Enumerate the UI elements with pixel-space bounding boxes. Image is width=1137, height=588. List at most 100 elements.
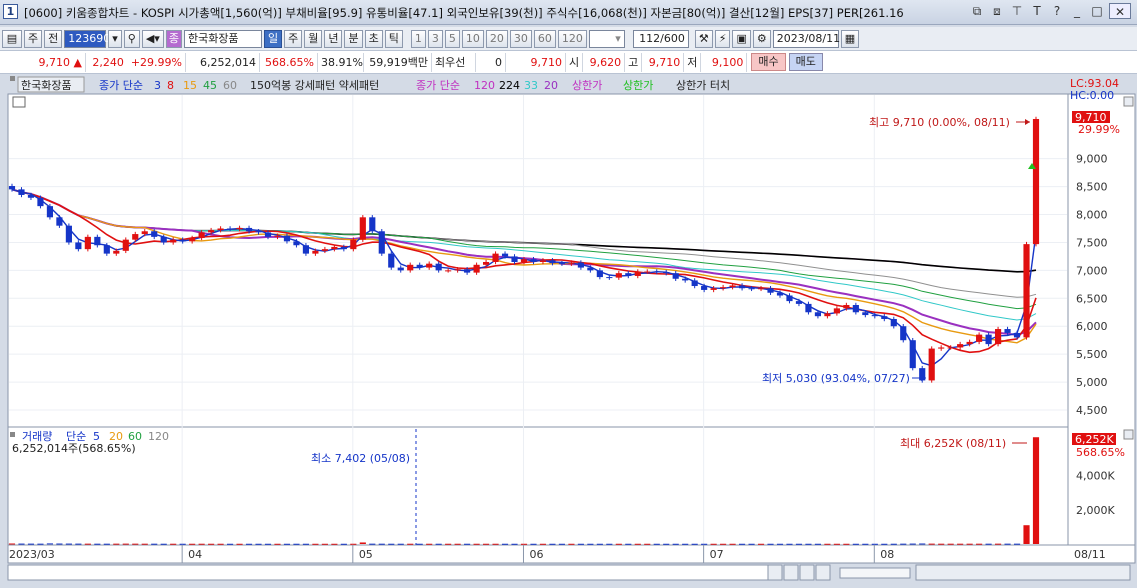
- pin-icon[interactable]: ⊤: [1009, 3, 1025, 19]
- prev-button[interactable]: 전: [44, 29, 63, 48]
- candle: [198, 232, 205, 238]
- price-pane-close-icon[interactable]: [1123, 96, 1134, 107]
- dropdown-icon[interactable]: ▾: [108, 29, 122, 48]
- stock-name: 한국화장품: [183, 29, 262, 48]
- buy-button[interactable]: 매수: [751, 53, 786, 71]
- candle: [682, 278, 689, 281]
- legend-stock-name[interactable]: 한국화장품: [21, 79, 72, 92]
- close-icon[interactable]: ✕: [1109, 3, 1131, 19]
- tab-tick[interactable]: 틱: [384, 29, 403, 48]
- search-icon[interactable]: ⚲: [123, 29, 140, 48]
- interval-10[interactable]: 10: [461, 29, 484, 48]
- volume-bar: [909, 543, 916, 545]
- scroll-start-icon[interactable]: [783, 564, 799, 581]
- volume-bar: [18, 543, 25, 545]
- legend-ma-label[interactable]: 종가 단순: [99, 79, 143, 92]
- interval-3[interactable]: 3: [427, 29, 443, 48]
- candle: [833, 308, 840, 314]
- interval-dropdown[interactable]: ▾: [588, 29, 625, 48]
- candle: [1004, 329, 1011, 333]
- x-tick-label: 04: [188, 548, 202, 561]
- price-chart[interactable]: 9,000 8,500 8,000 7,500 7,000 6,500 6,000 5,500…: [0, 74, 1137, 588]
- tab-month[interactable]: 월: [304, 29, 323, 48]
- interval-30[interactable]: 30: [509, 29, 532, 48]
- volume-bar: [672, 543, 679, 545]
- play-icon[interactable]: [815, 564, 831, 581]
- tab-year[interactable]: 년: [324, 29, 343, 48]
- volume-bar: [350, 543, 357, 545]
- volume-bar: [577, 543, 584, 545]
- settings-icon[interactable]: ⚙: [752, 29, 771, 48]
- interval-20[interactable]: 20: [485, 29, 508, 48]
- volume-pane-close-icon[interactable]: [1123, 429, 1134, 440]
- price-value: 9,710: [38, 55, 71, 69]
- candle: [890, 318, 897, 327]
- minimize-icon[interactable]: _: [1069, 3, 1085, 19]
- volume-bar: [56, 543, 63, 545]
- restore-icon[interactable]: ⧈: [989, 3, 1005, 19]
- candle: [416, 264, 423, 268]
- stock-code-input[interactable]: 123690: [64, 29, 110, 48]
- tab-second[interactable]: 초: [364, 29, 383, 48]
- candle: [862, 312, 869, 316]
- link-icon[interactable]: ⧉: [969, 3, 985, 19]
- volume-bar: [473, 543, 480, 545]
- candle: [909, 340, 916, 369]
- volume-bar: [179, 543, 186, 545]
- volume-bar: [976, 543, 983, 545]
- tab-minute[interactable]: 분: [344, 29, 363, 48]
- volume-bar: [852, 543, 859, 545]
- chart-tool-buttons[interactable]: [915, 564, 1131, 581]
- period-type-select[interactable]: 주: [24, 29, 43, 48]
- candle: [407, 264, 414, 271]
- candle: [312, 250, 319, 254]
- count-input[interactable]: 112/600: [632, 29, 689, 48]
- candle: [672, 273, 679, 279]
- candle: [1023, 244, 1030, 338]
- layout-icon[interactable]: ▤: [2, 29, 22, 48]
- scroll-right-icon[interactable]: [767, 564, 783, 581]
- candle: [587, 267, 594, 271]
- tab-day[interactable]: 일: [263, 29, 283, 48]
- maximize-icon[interactable]: □: [1089, 3, 1105, 19]
- candle: [530, 259, 537, 262]
- sell-button[interactable]: 매도: [788, 53, 823, 71]
- volume-bar: [985, 543, 992, 545]
- interval-1[interactable]: 1: [410, 29, 426, 48]
- candle: [340, 246, 347, 250]
- sound-icon[interactable]: ◀▾: [141, 29, 164, 48]
- volume-bar: [663, 543, 670, 545]
- volume-bar: [539, 543, 547, 545]
- scrollbar-track[interactable]: [7, 564, 769, 581]
- help-icon[interactable]: ?: [1049, 3, 1065, 19]
- save-icon[interactable]: ▣: [732, 29, 751, 48]
- volume-bar: [321, 543, 328, 545]
- table-icon[interactable]: [12, 96, 26, 108]
- legend-ma2-label[interactable]: 종가 단순: [416, 79, 460, 92]
- candle: [795, 301, 803, 304]
- stop-icon[interactable]: [799, 564, 815, 581]
- font-icon[interactable]: T: [1029, 3, 1045, 19]
- candle: [805, 303, 812, 313]
- zoom-slider[interactable]: [839, 567, 911, 579]
- tab-week[interactable]: 주: [284, 29, 303, 48]
- indicator-icon[interactable]: ⚡: [714, 29, 731, 48]
- interval-120[interactable]: 120: [557, 29, 587, 48]
- candle: [644, 271, 651, 273]
- candle: [767, 288, 774, 293]
- interval-60[interactable]: 60: [533, 29, 556, 48]
- candle: [264, 232, 272, 237]
- candle: [255, 231, 262, 233]
- volume-bar: [549, 543, 556, 545]
- calendar-icon[interactable]: ▦: [840, 29, 860, 48]
- volume-bar: [900, 543, 907, 545]
- legend-bullet-icon: [10, 76, 15, 81]
- candle: [473, 264, 480, 273]
- date-input[interactable]: 2023/08/11: [772, 29, 840, 48]
- volume-bar: [454, 543, 461, 545]
- volume-bar: [302, 543, 310, 545]
- candle: [217, 228, 224, 231]
- tool-icon[interactable]: ⚒: [694, 29, 713, 48]
- candle: [539, 260, 547, 262]
- interval-5[interactable]: 5: [444, 29, 460, 48]
